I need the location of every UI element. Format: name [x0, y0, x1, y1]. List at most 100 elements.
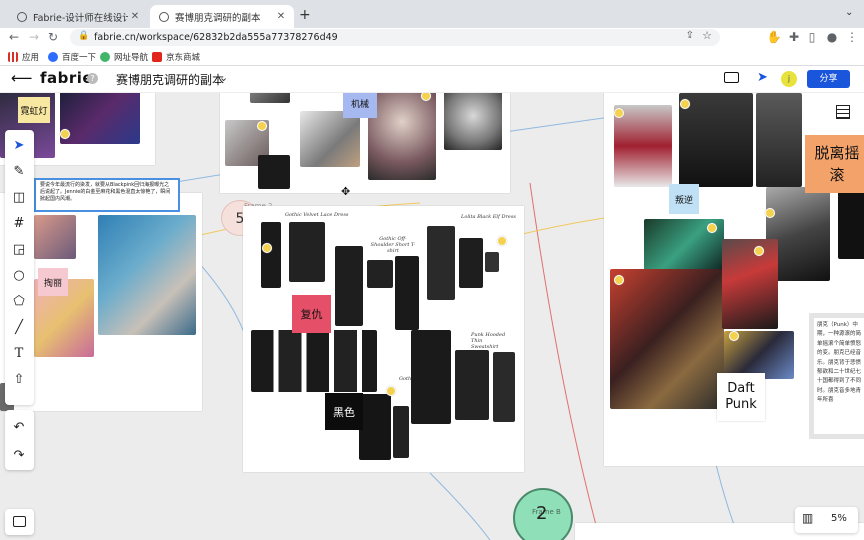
- fabrie-favicon-icon: [159, 11, 169, 22]
- runway-image-2: [679, 93, 753, 187]
- caption-lolita: Lolita Black Elf Dress: [461, 214, 516, 220]
- bookmark-apps[interactable]: 应用: [8, 51, 39, 63]
- frame-icon[interactable]: #: [9, 213, 29, 233]
- comment-badge[interactable]: [257, 121, 267, 131]
- lolita-dress: [427, 226, 455, 300]
- tab-title: Fabrie-设计师在线设计协作平台: [33, 12, 128, 24]
- gothic-top: [367, 260, 393, 288]
- sticky-daft[interactable]: Daft Punk: [717, 373, 765, 421]
- blackpink-hair-image: [98, 215, 196, 335]
- punk-sweatshirt: [455, 350, 489, 420]
- new-tab-icon[interactable]: +: [299, 7, 311, 23]
- gothic-dress-3: [335, 246, 363, 326]
- note-textbox[interactable]: 要说今年最流行的染发，就要从Blackpink回归海报曝光之后说起了。Jenni…: [34, 178, 180, 212]
- back-icon[interactable]: ←: [6, 30, 22, 44]
- comment-badge[interactable]: [497, 236, 507, 246]
- sticky-hatred[interactable]: 复仇: [292, 295, 331, 333]
- upload-icon[interactable]: ⇧: [9, 369, 29, 389]
- bookmark-nav[interactable]: 网址导航: [100, 51, 148, 63]
- caption-gothic-lace: Gothic Velvet Lace Dress: [285, 212, 349, 218]
- comment-badge[interactable]: [765, 208, 775, 218]
- comment-badge[interactable]: [754, 246, 764, 256]
- note-text: 要说今年最流行的染发，就要从Blackpink回归海报曝光之后说起了。Jenni…: [40, 182, 171, 202]
- bookmark-label: 百度一下: [62, 53, 97, 63]
- reload-icon[interactable]: ↻: [45, 30, 61, 44]
- sticky-rebel[interactable]: 叛逆: [669, 184, 699, 214]
- undo-icon[interactable]: ↶: [9, 417, 29, 437]
- move-cursor-icon: ✥: [341, 185, 351, 198]
- sticky-machine[interactable]: 机械: [343, 93, 377, 118]
- profile-icon[interactable]: ●: [824, 30, 840, 44]
- bookmark-jd[interactable]: 京东商城: [152, 51, 200, 63]
- back-arrow-icon[interactable]: ⟵: [11, 69, 33, 87]
- layout-icon[interactable]: ◫: [9, 187, 29, 207]
- jd-icon: [152, 52, 162, 62]
- grid-view-icon[interactable]: [836, 105, 850, 119]
- sticky-eyelash[interactable]: 掏丽: [38, 268, 68, 296]
- extension-icon[interactable]: ✋: [766, 30, 782, 44]
- url-field[interactable]: 🔒 fabrie.cn/workspace/62832b2da555a77378…: [70, 29, 720, 46]
- sticky-neon[interactable]: 霓虹灯: [18, 97, 50, 123]
- polygon-icon[interactable]: ⬠: [9, 291, 29, 311]
- frame-marker-2[interactable]: Frame B 2: [513, 488, 573, 540]
- sticky-note-icon[interactable]: ◲: [9, 239, 29, 259]
- document-title[interactable]: 赛博朋克调研的副本: [116, 71, 224, 88]
- tab-title: 赛博朋克调研的副本: [175, 12, 261, 24]
- gothic-dress-2: [289, 222, 325, 282]
- comment-badge[interactable]: [614, 108, 624, 118]
- map-icon[interactable]: ▥: [802, 511, 813, 525]
- comment-badge[interactable]: [262, 243, 272, 253]
- caption-punk-hooded: Punk Hooded Thin Sweatshirt: [471, 332, 506, 350]
- comment-badge[interactable]: [60, 129, 70, 139]
- pen-icon[interactable]: ✎: [9, 161, 29, 181]
- select-icon[interactable]: ➤: [9, 135, 29, 155]
- avatar[interactable]: j: [781, 71, 797, 87]
- comment-badge[interactable]: [614, 275, 624, 285]
- close-icon[interactable]: ✕: [128, 11, 142, 22]
- present-icon[interactable]: [724, 72, 739, 83]
- close-icon[interactable]: ✕: [274, 11, 288, 22]
- chevron-down-icon[interactable]: ⌄: [219, 71, 228, 84]
- gothic-pants: [395, 256, 419, 330]
- help-icon[interactable]: ?: [87, 73, 98, 84]
- text-icon[interactable]: T: [9, 343, 29, 363]
- gothic-dress-4: [393, 406, 409, 458]
- zoom-level[interactable]: 5%: [831, 513, 847, 524]
- sticky-detach[interactable]: 脱离摇滚: [805, 135, 864, 193]
- star-icon[interactable]: ☆: [702, 29, 712, 42]
- bookmark-baidu[interactable]: 百度一下: [48, 51, 96, 63]
- tab-fabrie[interactable]: Fabrie-设计师在线设计协作平台 ✕: [8, 5, 148, 28]
- redo-icon[interactable]: ↷: [9, 445, 29, 465]
- line-icon[interactable]: ╱: [9, 317, 29, 337]
- cursor-follow-icon[interactable]: ➤: [757, 70, 768, 85]
- circle-icon[interactable]: ○: [9, 265, 29, 285]
- machine-robot-image: [258, 155, 290, 189]
- puzzle-icon[interactable]: ✚: [786, 30, 802, 44]
- share-icon[interactable]: ⇪: [686, 30, 694, 41]
- comment-badge[interactable]: [680, 99, 690, 109]
- punk-text-card[interactable]: 朋克（Punk）中期，一种源滚的简单摇滚个简单愤怒的变。朋克已经音乐。朋克背于悲…: [809, 313, 864, 439]
- bookmark-label: 京东商城: [166, 53, 201, 63]
- chevron-down-icon[interactable]: ⌄: [845, 7, 853, 18]
- machine-fingers-image: [300, 111, 360, 167]
- red-jacket-image: [610, 269, 724, 409]
- frame-gothic[interactable]: Gothic Velvet Lace Dress Gothic Off-Shou…: [243, 206, 524, 472]
- zoom-control[interactable]: ▥ 5%: [795, 507, 858, 533]
- sidebar-icon[interactable]: ▯: [804, 30, 820, 44]
- baidu-paw-icon: [48, 52, 58, 62]
- comment-badge[interactable]: [386, 386, 396, 396]
- forward-icon[interactable]: →: [26, 30, 42, 44]
- tab-cyberpunk[interactable]: 赛博朋克调研的副本 ✕: [150, 5, 294, 28]
- panel-toggle[interactable]: [5, 509, 34, 535]
- lock-icon: 🔒: [78, 31, 90, 41]
- app-logo[interactable]: fabrie: [40, 69, 93, 87]
- bookmark-label: 网址导航: [114, 53, 149, 63]
- comment-badge[interactable]: [707, 223, 717, 233]
- app-header: ⟵ fabrie ? 赛博朋克调研的副本 ⌄ ➤ j 分享: [0, 66, 864, 93]
- sticky-black[interactable]: 黑色: [325, 393, 363, 430]
- caption-gothic-shoulder: Gothic Off-Shoulder Short T-shirt: [370, 236, 416, 254]
- menu-icon[interactable]: ⋮: [844, 30, 860, 44]
- comment-badge[interactable]: [729, 331, 739, 341]
- share-button[interactable]: 分享: [807, 70, 850, 88]
- whiteboard-canvas[interactable]: 霓虹灯 要说今年最流行的染发，就要从Blackpink回归海报曝光之后说起了。J…: [0, 93, 864, 540]
